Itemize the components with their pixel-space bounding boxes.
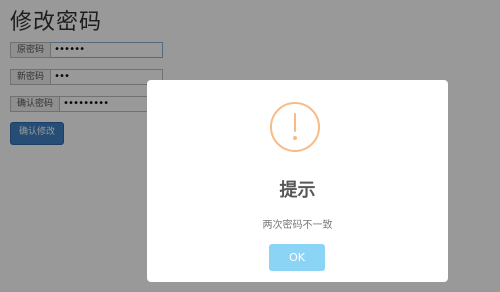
warning-icon <box>270 102 320 152</box>
alert-dialog: 提示 两次密码不一致 OK <box>147 80 448 282</box>
ok-button[interactable]: OK <box>269 244 325 271</box>
dialog-title: 提示 <box>279 180 316 201</box>
dialog-message: 两次密码不一致 <box>262 220 333 231</box>
